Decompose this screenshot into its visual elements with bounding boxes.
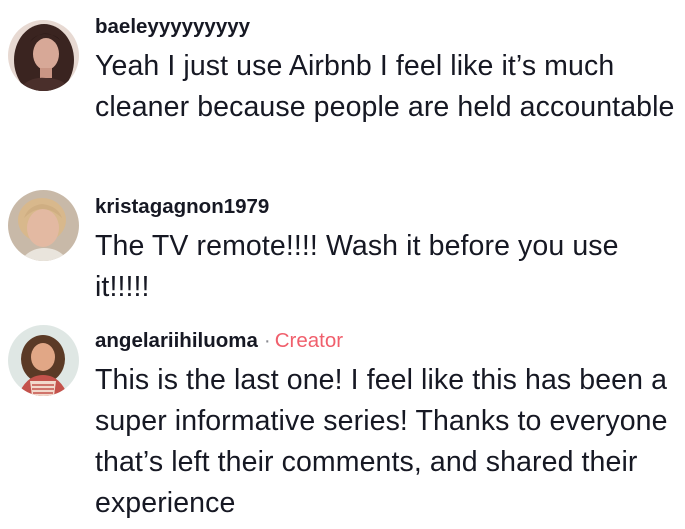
comment-list: baeleyyyyyyyyy Yeah I just use Airbnb I … <box>0 0 685 529</box>
comment-header: angelariihiluoma · Creator <box>95 328 679 354</box>
comment-header: kristagagnon1979 <box>95 194 679 220</box>
comment-text: The TV remote!!!! Wash it before you use… <box>95 230 619 303</box>
separator-dot: · <box>263 329 271 352</box>
comment-content: baeleyyyyyyyyy Yeah I just use Airbnb I … <box>95 14 679 128</box>
comment-header: baeleyyyyyyyyy <box>95 14 679 40</box>
user-avatar-icon <box>8 20 79 91</box>
comment-content: angelariihiluoma · Creator This is the las… <box>95 328 679 524</box>
comment-content: kristagagnon1979 The TV remote!!!! Wash … <box>95 194 679 308</box>
comment-username[interactable]: kristagagnon1979 <box>95 195 269 218</box>
user-avatar-icon <box>8 190 79 261</box>
comment-text: Yeah I just use Airbnb I feel like it’s … <box>95 50 675 123</box>
avatar[interactable] <box>8 190 79 261</box>
avatar[interactable] <box>8 20 79 91</box>
user-avatar-icon <box>8 325 79 396</box>
comment-username[interactable]: angelariihiluoma <box>95 329 258 352</box>
creator-badge: Creator <box>274 329 344 352</box>
comment-text: This is the last one! I feel like this h… <box>95 364 668 519</box>
comment-username[interactable]: baeleyyyyyyyyy <box>95 15 250 38</box>
avatar[interactable] <box>8 325 79 396</box>
